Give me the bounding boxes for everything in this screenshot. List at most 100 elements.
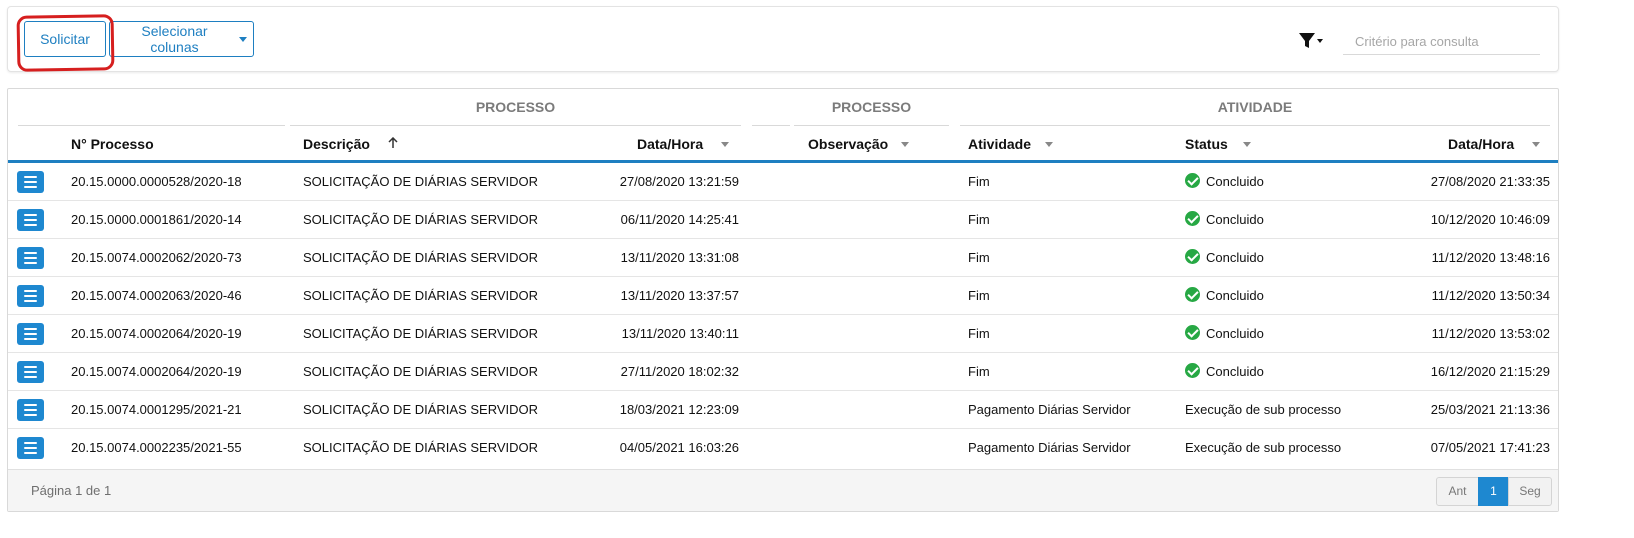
- cell-atividade: Fim: [968, 326, 990, 341]
- column-header-data-processo[interactable]: Data/Hora: [637, 127, 729, 161]
- row-menu-button[interactable]: [17, 399, 44, 421]
- column-header-atividade[interactable]: Atividade: [968, 127, 1053, 161]
- sort-caret-icon: [1532, 142, 1540, 147]
- check-circle-icon: [1185, 363, 1200, 378]
- row-menu-button[interactable]: [17, 209, 44, 231]
- cell-descricao: SOLICITAÇÃO DE DIÁRIAS SERVIDOR: [303, 288, 539, 303]
- status-label: Concluido: [1206, 326, 1264, 341]
- cell-descricao: SOLICITAÇÃO DE DIÁRIAS SERVIDOR: [303, 440, 539, 455]
- check-circle-icon: [1185, 211, 1200, 226]
- column-header-status[interactable]: Status: [1185, 127, 1251, 161]
- status-label: Concluido: [1206, 174, 1264, 189]
- cell-data-processo: 18/03/2021 12:23:09: [619, 402, 739, 417]
- table-row: 20.15.0074.0002235/2021-55 SOLICITAÇÃO D…: [8, 429, 1558, 467]
- group-header-blank: [18, 89, 285, 126]
- cell-descricao: SOLICITAÇÃO DE DIÁRIAS SERVIDOR: [303, 250, 539, 265]
- table-row: 20.15.0074.0001295/2021-21 SOLICITAÇÃO D…: [8, 391, 1558, 429]
- check-circle-icon: [1185, 325, 1200, 340]
- cell-numero: 20.15.0074.0002064/2020-19: [71, 326, 242, 341]
- sort-caret-icon: [721, 142, 729, 147]
- chevron-down-icon: [239, 36, 247, 42]
- column-label: Descrição: [303, 136, 370, 152]
- column-header-numero[interactable]: N° Processo: [71, 127, 154, 161]
- column-label: Data/Hora: [1448, 136, 1515, 152]
- cell-data-atividade: 11/12/2020 13:48:16: [1431, 250, 1550, 265]
- cell-descricao: SOLICITAÇÃO DE DIÁRIAS SERVIDOR: [303, 174, 539, 189]
- filter-icon[interactable]: [1298, 31, 1324, 51]
- table-row: 20.15.0000.0001861/2020-14 SOLICITAÇÃO D…: [8, 201, 1558, 239]
- cell-atividade: Pagamento Diárias Servidor: [968, 402, 1131, 417]
- select-columns-button[interactable]: Selecionar colunas: [109, 21, 254, 57]
- check-circle-icon: [1185, 173, 1200, 188]
- group-header-atividade: ATIVIDADE: [960, 89, 1550, 126]
- cell-data-processo: 13/11/2020 13:37:57: [620, 288, 739, 303]
- group-header-processo: PROCESSO: [794, 89, 949, 126]
- cell-data-atividade: 25/03/2021 21:13:36: [1430, 402, 1550, 417]
- row-menu-button[interactable]: [17, 247, 44, 269]
- status-label: Concluido: [1206, 212, 1264, 227]
- row-menu-button[interactable]: [17, 437, 44, 459]
- page-info: Página 1 de 1: [31, 483, 112, 498]
- cell-data-atividade: 11/12/2020 13:50:34: [1431, 288, 1550, 303]
- cell-data-atividade: 10/12/2020 10:46:09: [1430, 212, 1550, 227]
- cell-numero: 20.15.0074.0002062/2020-73: [71, 250, 242, 265]
- cell-descricao: SOLICITAÇÃO DE DIÁRIAS SERVIDOR: [303, 326, 539, 341]
- check-circle-icon: [1185, 249, 1200, 264]
- cell-status: Concluido: [1185, 163, 1264, 201]
- row-menu-button[interactable]: [17, 323, 44, 345]
- cell-descricao: SOLICITAÇÃO DE DIÁRIAS SERVIDOR: [303, 402, 539, 417]
- cell-atividade: Fim: [968, 250, 990, 265]
- cell-status: Execução de sub processo: [1185, 440, 1342, 455]
- column-label: Status: [1185, 136, 1228, 152]
- cell-atividade: Fim: [968, 288, 990, 303]
- cell-data-processo: 27/08/2020 13:21:59: [619, 174, 739, 189]
- cell-data-atividade: 27/08/2020 21:33:35: [1430, 174, 1550, 189]
- cell-data-processo: 13/11/2020 13:40:11: [621, 326, 739, 341]
- solicitar-button[interactable]: Solicitar: [24, 21, 106, 57]
- cell-status: Concluido: [1185, 353, 1264, 391]
- cell-atividade: Fim: [968, 364, 990, 379]
- row-menu-button[interactable]: [17, 171, 44, 193]
- cell-data-processo: 06/11/2020 14:25:41: [620, 212, 739, 227]
- table-row: 20.15.0074.0002064/2020-19 SOLICITAÇÃO D…: [8, 353, 1558, 391]
- sort-caret-icon: [1243, 142, 1251, 147]
- column-label: Data/Hora: [637, 136, 704, 152]
- select-columns-label: Selecionar colunas: [141, 23, 208, 55]
- cell-status: Concluido: [1185, 201, 1264, 239]
- cell-numero: 20.15.0074.0002235/2021-55: [71, 440, 242, 455]
- cell-descricao: SOLICITAÇÃO DE DIÁRIAS SERVIDOR: [303, 364, 539, 379]
- sort-ascending-icon: [388, 137, 398, 148]
- toolbar: Solicitar Selecionar colunas: [7, 6, 1559, 72]
- row-menu-button[interactable]: [17, 361, 44, 383]
- cell-data-atividade: 16/12/2020 21:15:29: [1430, 364, 1550, 379]
- cell-numero: 20.15.0000.0001861/2020-14: [71, 212, 242, 227]
- column-label: Observação: [808, 136, 889, 152]
- group-header-processo: PROCESSO: [290, 89, 741, 126]
- next-page-button[interactable]: Seg: [1508, 477, 1552, 506]
- cell-atividade: Pagamento Diárias Servidor: [968, 440, 1131, 455]
- search-input[interactable]: [1343, 29, 1540, 55]
- prev-page-button[interactable]: Ant: [1436, 477, 1479, 506]
- status-label: Concluido: [1206, 288, 1264, 303]
- column-label: N° Processo: [71, 136, 154, 152]
- table-row: 20.15.0000.0000528/2020-18 SOLICITAÇÃO D…: [8, 163, 1558, 201]
- cell-status: Concluido: [1185, 277, 1264, 315]
- current-page-button[interactable]: 1: [1478, 477, 1509, 506]
- cell-atividade: Fim: [968, 212, 990, 227]
- cell-status: Execução de sub processo: [1185, 402, 1342, 417]
- cell-numero: 20.15.0074.0002063/2020-46: [71, 288, 242, 303]
- table-row: 20.15.0074.0002062/2020-73 SOLICITAÇÃO D…: [8, 239, 1558, 277]
- table-footer: Página 1 de 1 Ant 1 Seg: [8, 469, 1558, 511]
- cell-data-processo: 13/11/2020 13:31:08: [620, 250, 739, 265]
- cell-descricao: SOLICITAÇÃO DE DIÁRIAS SERVIDOR: [303, 212, 539, 227]
- group-header-blank: [752, 89, 790, 126]
- table-row: 20.15.0074.0002064/2020-19 SOLICITAÇÃO D…: [8, 315, 1558, 353]
- column-header-data-atividade[interactable]: Data/Hora: [1448, 127, 1540, 161]
- cell-data-atividade: 07/05/2021 17:41:23: [1430, 440, 1550, 455]
- cell-atividade: Fim: [968, 174, 990, 189]
- table-row: 20.15.0074.0002063/2020-46 SOLICITAÇÃO D…: [8, 277, 1558, 315]
- cell-data-processo: 04/05/2021 16:03:26: [619, 440, 739, 455]
- row-menu-button[interactable]: [17, 285, 44, 307]
- column-header-observacao[interactable]: Observação: [808, 127, 909, 161]
- column-header-descricao[interactable]: Descrição: [303, 127, 398, 161]
